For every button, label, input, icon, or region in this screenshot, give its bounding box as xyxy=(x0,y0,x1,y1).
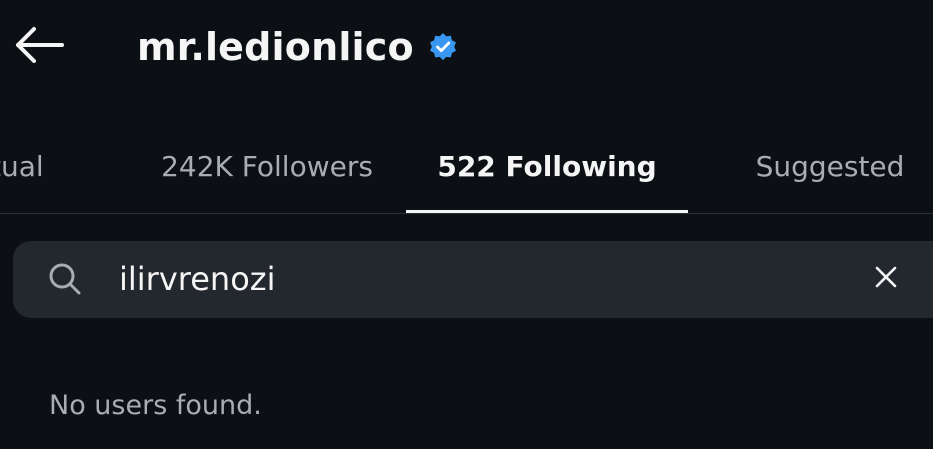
search-bar[interactable]: ilirvrenozi xyxy=(13,241,933,318)
tabs-divider xyxy=(0,213,933,214)
clear-search-button[interactable] xyxy=(868,261,904,297)
empty-state-message: No users found. xyxy=(49,390,262,421)
arrow-left-icon xyxy=(12,25,64,69)
tab-following[interactable]: 522 Following xyxy=(406,120,688,212)
back-button[interactable] xyxy=(10,22,66,72)
profile-header: mr.ledionlico xyxy=(137,22,458,72)
tab-followers-label: 242K Followers xyxy=(161,149,373,183)
tab-mutual-label: tual xyxy=(0,149,44,183)
tab-followers[interactable]: 242K Followers xyxy=(140,120,394,212)
connections-tabs: tual 242K Followers 522 Following Sugges… xyxy=(0,120,933,214)
close-icon xyxy=(875,266,897,292)
tab-mutual[interactable]: tual xyxy=(0,120,70,212)
tab-suggested-label: Suggested xyxy=(755,149,905,183)
search-input[interactable]: ilirvrenozi xyxy=(119,241,275,318)
verified-badge-icon xyxy=(428,32,458,62)
search-icon xyxy=(47,261,83,297)
profile-username: mr.ledionlico xyxy=(137,25,414,69)
tab-suggested[interactable]: Suggested xyxy=(735,120,925,212)
tab-following-label: 522 Following xyxy=(437,149,657,183)
following-screen: mr.ledionlico tual 242K Followers 522 Fo… xyxy=(0,0,933,449)
